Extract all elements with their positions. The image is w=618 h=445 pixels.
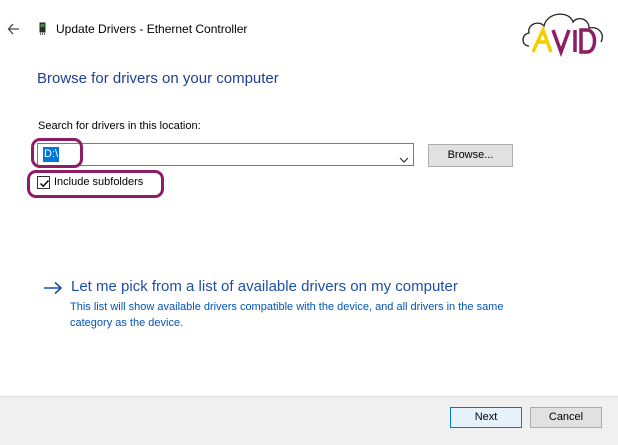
arrow-right-icon[interactable] xyxy=(43,281,63,295)
network-adapter-icon xyxy=(39,22,46,35)
page-heading: Browse for drivers on your computer xyxy=(37,70,279,87)
include-subfolders-checkbox[interactable] xyxy=(37,176,50,189)
pick-driver-link-title[interactable]: Let me pick from a list of available dri… xyxy=(71,278,458,295)
search-location-label: Search for drivers in this location: xyxy=(38,120,201,132)
title-bar: Update Drivers - Ethernet Controller xyxy=(0,0,618,60)
include-subfolders-label[interactable]: Include subfolders xyxy=(54,176,143,188)
chevron-down-icon[interactable] xyxy=(399,151,409,163)
driver-path-combobox[interactable]: D:\ xyxy=(37,143,414,166)
browse-button[interactable]: Browse... xyxy=(428,144,513,167)
dialog-footer: Next Cancel xyxy=(0,396,618,445)
window-title: Update Drivers - Ethernet Controller xyxy=(56,22,248,36)
avid-logo xyxy=(519,2,615,62)
driver-path-value[interactable]: D:\ xyxy=(43,147,60,162)
next-button[interactable]: Next xyxy=(450,407,522,428)
pick-driver-description: This list will show available drivers co… xyxy=(70,301,504,329)
back-arrow-icon[interactable] xyxy=(7,21,21,37)
cancel-button[interactable]: Cancel xyxy=(530,407,602,428)
